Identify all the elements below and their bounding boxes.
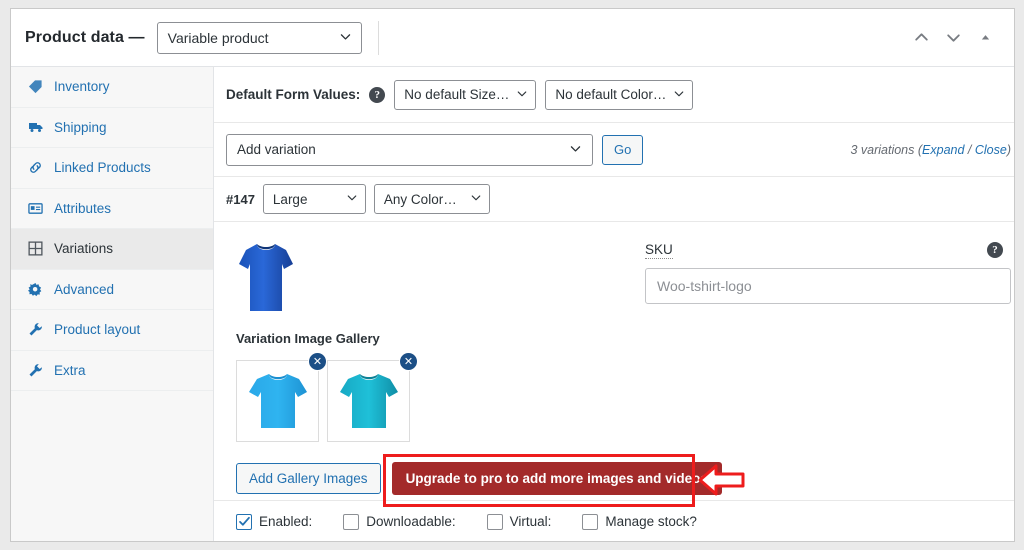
wrench-icon — [27, 363, 44, 378]
chevron-down-icon[interactable] — [944, 29, 962, 47]
link-separator: / — [964, 142, 975, 157]
sidebar-item-shipping[interactable]: Shipping — [11, 107, 213, 148]
chevron-down-icon — [339, 30, 352, 46]
chevron-down-icon — [673, 87, 685, 102]
help-icon[interactable]: ? — [369, 86, 386, 103]
go-button-label: Go — [614, 142, 632, 157]
downloadable-checkbox[interactable] — [343, 513, 360, 530]
chevron-down-icon — [346, 192, 358, 207]
sku-label-row: SKU ? — [645, 242, 1011, 259]
variation-color-value: Any Color… — [383, 191, 457, 207]
sidebar-item-inventory[interactable]: Inventory — [11, 67, 213, 108]
variation-detail: Variation Image Gallery ✕ ✕ Add Gallery … — [214, 222, 1014, 495]
variation-header-row: #147 Large Any Color… — [214, 177, 1014, 222]
manage-stock-label: Manage stock? — [605, 514, 697, 529]
help-icon[interactable]: ? — [987, 242, 1003, 258]
default-color-select[interactable]: No default Color… — [545, 79, 694, 110]
expand-link[interactable]: Expand — [922, 143, 964, 157]
sku-label: SKU — [645, 242, 673, 259]
go-button[interactable]: Go — [602, 134, 644, 165]
product-data-tabs-sidebar: Inventory Shipping Linked Products Attri… — [11, 67, 214, 541]
chevron-down-icon — [569, 142, 582, 158]
gallery-thumbnail[interactable]: ✕ — [327, 352, 418, 442]
variation-size-select[interactable]: Large — [262, 184, 366, 214]
virtual-checkbox[interactable] — [486, 513, 503, 530]
enabled-checkbox[interactable] — [236, 513, 252, 530]
virtual-checkbox-group: Virtual: — [486, 513, 552, 530]
manage-stock-checkbox[interactable] — [582, 513, 599, 530]
gear-icon — [27, 282, 44, 297]
default-size-select[interactable]: No default Size… — [394, 79, 537, 110]
product-data-header: Product data — Variable product — [11, 9, 1014, 67]
sku-input[interactable]: Woo-tshirt-logo — [645, 268, 1011, 304]
sidebar-item-label: Shipping — [54, 119, 107, 135]
add-gallery-images-button[interactable]: Add Gallery Images — [236, 463, 381, 494]
add-variation-row: Add variation Go 3 variations (Expand / … — [214, 123, 1014, 177]
header-actions — [912, 29, 1000, 47]
chevron-up-icon[interactable] — [912, 29, 930, 47]
sidebar-item-label: Variations — [54, 241, 114, 257]
product-data-panel: Product data — Variable product Inventor… — [10, 8, 1015, 542]
variations-count: 3 variations (Expand / Close) — [850, 143, 1011, 157]
variation-flags-row: Enabled: Downloadable: Virtual: Manage s… — [214, 500, 1014, 541]
sidebar-item-product-layout[interactable]: Product layout — [11, 310, 213, 351]
close-link[interactable]: Close — [975, 143, 1007, 157]
header-divider — [377, 20, 379, 55]
wrench-icon — [27, 322, 44, 337]
sidebar-item-linked-products[interactable]: Linked Products — [11, 148, 213, 189]
variation-image-gallery-label: Variation Image Gallery — [236, 331, 380, 346]
variation-id: #147 — [226, 191, 255, 207]
product-type-select[interactable]: Variable product — [156, 21, 362, 54]
default-color-value: No default Color… — [555, 87, 667, 102]
default-size-value: No default Size… — [404, 87, 510, 102]
add-variation-select[interactable]: Add variation — [226, 133, 593, 166]
variation-size-value: Large — [272, 191, 308, 207]
variation-sku-column: SKU ? Woo-tshirt-logo — [621, 240, 1011, 495]
product-data-body: Inventory Shipping Linked Products Attri… — [11, 67, 1014, 541]
grid-icon — [27, 241, 44, 256]
truck-icon — [27, 119, 44, 135]
default-form-values-row: Default Form Values: ? No default Size… … — [214, 67, 1014, 123]
gallery-buttons-row: Add Gallery Images Upgrade to pro to add… — [236, 462, 722, 495]
sku-value: Woo-tshirt-logo — [657, 278, 752, 294]
sidebar-item-label: Attributes — [54, 200, 112, 216]
variations-panel: Default Form Values: ? No default Size… … — [214, 67, 1014, 541]
manage-stock-checkbox-group: Manage stock? — [582, 513, 697, 530]
gallery-thumbnail[interactable]: ✕ — [236, 352, 327, 442]
enabled-label: Enabled: — [259, 514, 313, 529]
variations-count-text: 3 variations — [850, 142, 918, 157]
close-circle-icon[interactable]: ✕ — [399, 352, 418, 371]
add-gallery-images-label: Add Gallery Images — [249, 471, 368, 486]
paren-close: ) — [1006, 142, 1011, 157]
enabled-checkbox-group: Enabled: — [236, 513, 313, 530]
variation-main-image[interactable] — [236, 240, 296, 315]
virtual-label: Virtual: — [509, 514, 552, 529]
sidebar-item-label: Inventory — [54, 79, 110, 95]
variation-color-select[interactable]: Any Color… — [373, 184, 490, 214]
sidebar-item-label: Advanced — [54, 281, 115, 297]
sidebar-item-extra[interactable]: Extra — [11, 350, 213, 391]
tag-icon — [27, 79, 44, 94]
sidebar-item-variations[interactable]: Variations — [11, 229, 213, 270]
add-variation-value: Add variation — [237, 142, 316, 157]
product-type-value: Variable product — [167, 29, 269, 46]
sidebar-item-attributes[interactable]: Attributes — [11, 188, 213, 229]
link-icon — [27, 160, 44, 175]
sidebar-item-label: Extra — [54, 362, 86, 378]
downloadable-label: Downloadable: — [366, 514, 456, 529]
list-card-icon — [27, 201, 44, 216]
sidebar-item-label: Product layout — [54, 322, 141, 338]
sidebar-item-label: Linked Products — [54, 160, 151, 176]
chevron-down-icon — [516, 87, 528, 102]
triangle-up-icon[interactable] — [976, 29, 994, 47]
default-form-values-label: Default Form Values: — [226, 87, 361, 102]
sidebar-item-advanced[interactable]: Advanced — [11, 269, 213, 310]
page-title: Product data — — [25, 28, 145, 46]
downloadable-checkbox-group: Downloadable: — [343, 513, 456, 530]
close-circle-icon[interactable]: ✕ — [308, 352, 327, 371]
variation-gallery-column: Variation Image Gallery ✕ ✕ Add Gallery … — [226, 240, 722, 495]
gallery-thumbnails: ✕ ✕ — [236, 352, 621, 442]
chevron-down-icon — [470, 192, 482, 207]
